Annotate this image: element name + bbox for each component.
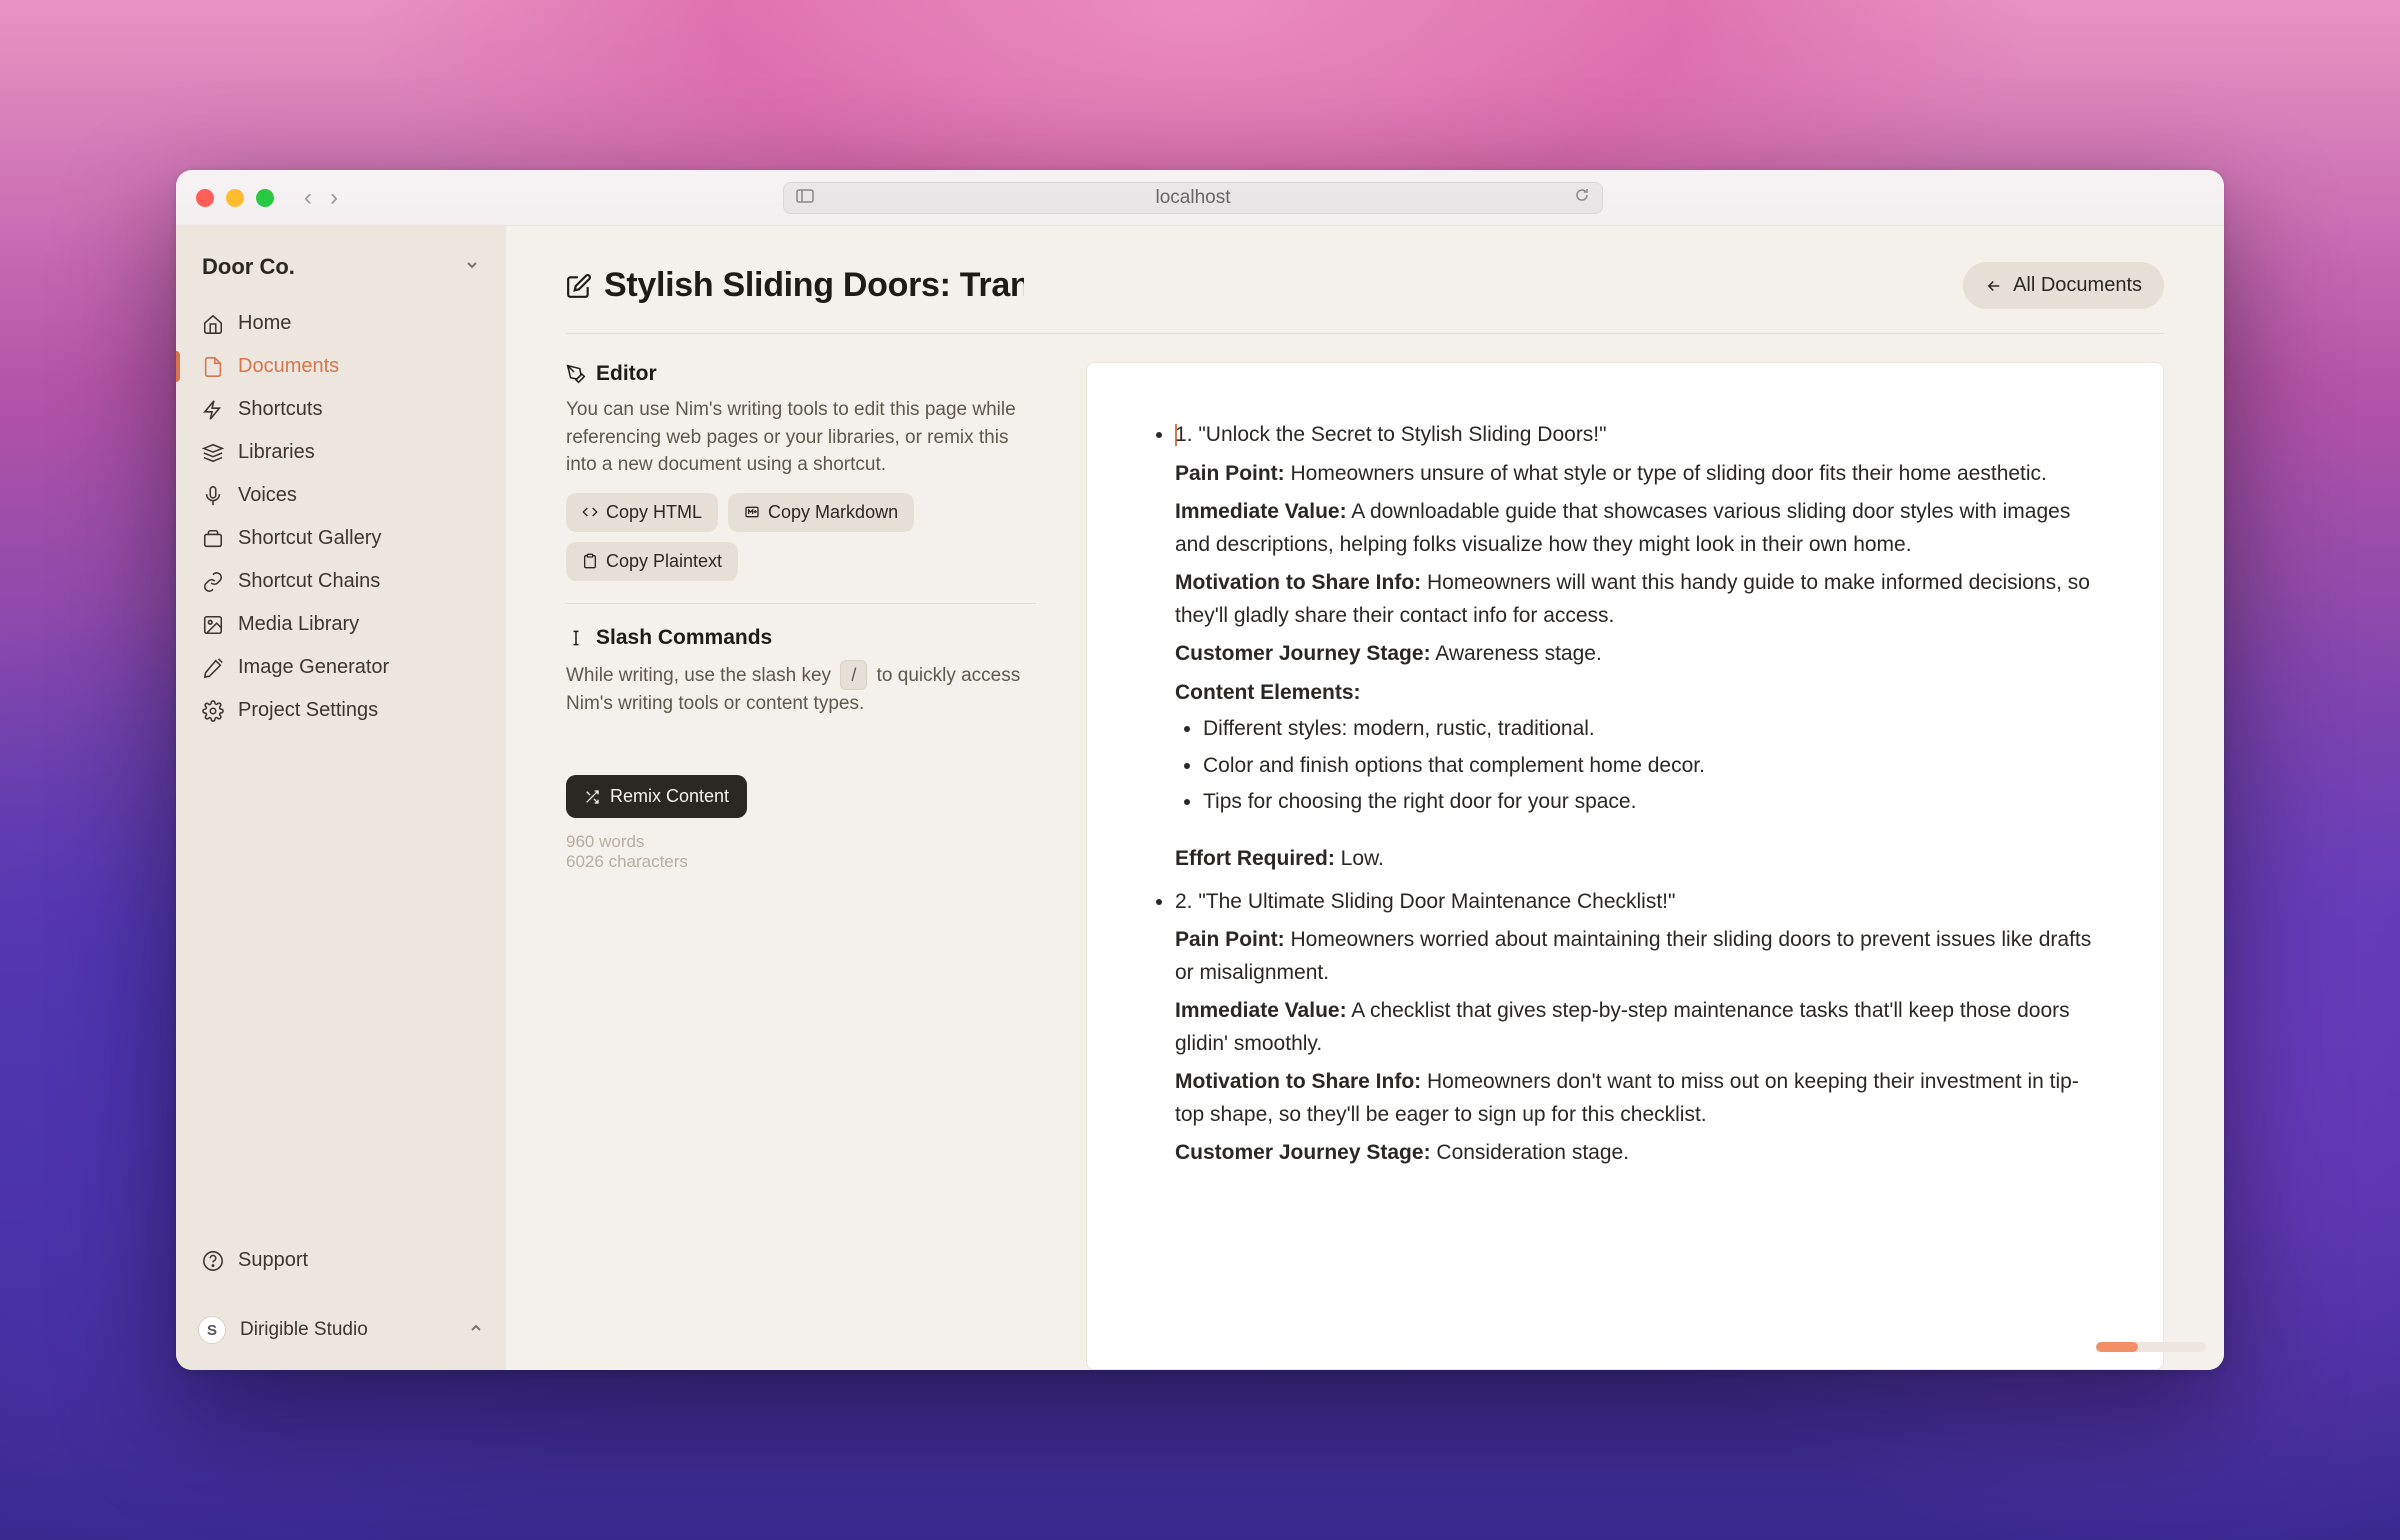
document-stats: 960 words 6026 characters [566,832,1036,872]
support-icon [202,1250,224,1272]
clipboard-icon [582,553,598,569]
sidebar: Door Co. Home Documents Shortcuts [176,226,506,1370]
remix-content-button[interactable]: Remix Content [566,775,747,818]
image-gen-icon [202,657,224,679]
chevron-down-icon [464,257,480,278]
sidebar-item-label: Shortcut Gallery [238,527,381,550]
sidebar-item-media-library[interactable]: Media Library [176,603,506,646]
settings-icon [202,700,224,722]
sidebar-item-shortcut-gallery[interactable]: Shortcut Gallery [176,517,506,560]
sidebar-item-label: Voices [238,484,297,507]
document-editor[interactable]: 1. "Unlock the Secret to Stylish Sliding… [1086,362,2164,1370]
markdown-icon [744,504,760,520]
code-icon [582,504,598,520]
copy-plaintext-button[interactable]: Copy Plaintext [566,542,738,581]
page-title: Stylish Sliding Doors: Tran [604,266,1024,305]
all-documents-button[interactable]: All Documents [1963,262,2164,309]
sidebar-item-label: Libraries [238,441,315,464]
sidebar-item-libraries[interactable]: Libraries [176,431,506,474]
account-name: Dirigible Studio [240,1319,454,1341]
sidebar-item-image-generator[interactable]: Image Generator [176,646,506,689]
minimize-window-button[interactable] [226,189,244,207]
sidebar-item-label: Shortcuts [238,398,322,421]
editor-section: Editor You can use Nim's writing tools t… [566,362,1036,604]
workspace-switcher[interactable]: Door Co. [176,246,506,302]
sidebar-item-label: Shortcut Chains [238,570,380,593]
sidebar-item-shortcut-chains[interactable]: Shortcut Chains [176,560,506,603]
sidebar-item-support[interactable]: Support [176,1239,506,1282]
edit-icon [566,273,592,299]
avatar: S [198,1316,226,1344]
sidebar-item-label: Project Settings [238,699,378,722]
titlebar: ‹ › localhost [176,170,2224,226]
page-header: Stylish Sliding Doors: Tran All Document… [566,262,2164,334]
sidebar-item-label: Home [238,312,291,335]
chevron-up-icon [468,1320,484,1341]
arrow-left-icon [1985,277,2003,295]
maximize-window-button[interactable] [256,189,274,207]
sidebar-item-label: Image Generator [238,656,389,679]
list-item[interactable]: Color and finish options that complement… [1203,750,2103,783]
account-switcher[interactable]: S Dirigible Studio [176,1300,506,1354]
sidebar-item-label: Media Library [238,613,359,636]
gallery-icon [202,528,224,550]
documents-icon [202,356,224,378]
slash-description: While writing, use the slash key / to qu… [566,660,1036,718]
shuffle-icon [584,789,600,805]
progress-fill [2096,1342,2138,1352]
home-icon [202,313,224,335]
progress-indicator [2096,1342,2206,1352]
main-content: Stylish Sliding Doors: Tran All Document… [506,226,2224,1370]
voices-icon [202,485,224,507]
reload-icon[interactable] [1574,187,1590,209]
sidebar-item-shortcuts[interactable]: Shortcuts [176,388,506,431]
sidebar-item-label: Documents [238,355,339,378]
list-item[interactable]: Different styles: modern, rustic, tradit… [1203,713,2103,746]
copy-markdown-button[interactable]: Copy Markdown [728,493,914,532]
pen-icon [566,364,586,384]
text-cursor-icon [566,628,586,648]
list-item[interactable]: 2. "The Ultimate Sliding Door Maintenanc… [1175,886,2103,1170]
sidebar-item-label: Support [238,1249,308,1272]
chains-icon [202,571,224,593]
sidebar-item-home[interactable]: Home [176,302,506,345]
url-bar[interactable]: localhost [783,182,1603,214]
slash-commands-section: Slash Commands While writing, use the sl… [566,626,1036,754]
close-window-button[interactable] [196,189,214,207]
editor-sidebar: Editor You can use Nim's writing tools t… [566,362,1036,1370]
copy-html-button[interactable]: Copy HTML [566,493,718,532]
sidebar-nav: Home Documents Shortcuts Libraries Voice… [176,302,506,732]
back-button[interactable]: ‹ [304,184,312,212]
sidebar-item-voices[interactable]: Voices [176,474,506,517]
nav-arrows: ‹ › [304,184,338,212]
list-item[interactable]: Tips for choosing the right door for you… [1203,786,2103,819]
forward-button[interactable]: › [330,184,338,212]
traffic-lights [196,189,274,207]
sidebar-item-project-settings[interactable]: Project Settings [176,689,506,732]
sidebar-toggle-icon[interactable] [796,187,814,209]
url-text: localhost [1156,187,1231,209]
libraries-icon [202,442,224,464]
sidebar-item-documents[interactable]: Documents [176,345,506,388]
editor-description: You can use Nim's writing tools to edit … [566,396,1036,479]
shortcuts-icon [202,399,224,421]
list-item[interactable]: 1. "Unlock the Secret to Stylish Sliding… [1175,419,2103,876]
media-icon [202,614,224,636]
browser-window: ‹ › localhost Door Co. [176,170,2224,1370]
slash-key: / [840,660,867,690]
workspace-name: Door Co. [202,254,295,280]
